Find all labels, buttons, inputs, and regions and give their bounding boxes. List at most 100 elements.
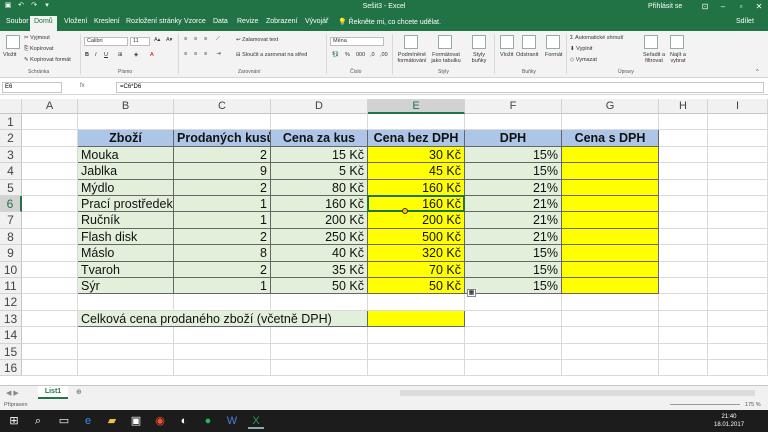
cell[interactable] xyxy=(659,212,708,229)
cell[interactable] xyxy=(271,294,368,311)
cell[interactable] xyxy=(78,343,174,360)
cell[interactable] xyxy=(174,114,271,131)
excel-icon[interactable]: X xyxy=(248,413,264,429)
format-painter-button[interactable]: ✎ Kopírovat formát xyxy=(24,57,71,63)
sheet-nav-icon[interactable]: ◀ ▶ xyxy=(6,389,19,397)
table-cell[interactable]: 160 Kč xyxy=(271,196,368,213)
cell[interactable] xyxy=(465,327,562,344)
table-cell[interactable]: 320 Kč xyxy=(368,245,465,262)
tell-me-box[interactable]: 💡 Řekněte mi, co chcete udělat. xyxy=(338,18,441,26)
row-header-15[interactable]: 15 xyxy=(0,343,22,360)
table-cell[interactable]: Flash disk xyxy=(78,228,174,246)
table-cell[interactable] xyxy=(562,179,659,196)
cell[interactable] xyxy=(22,310,78,328)
table-cell[interactable]: Sýr xyxy=(78,278,174,295)
cell[interactable] xyxy=(708,130,768,147)
row-header-2[interactable]: 2 xyxy=(0,130,22,147)
table-cell[interactable]: 2 xyxy=(174,228,271,246)
cell[interactable] xyxy=(174,294,271,311)
align-left-icon[interactable]: ≡ xyxy=(184,51,187,57)
cell[interactable] xyxy=(22,278,78,295)
cell[interactable] xyxy=(659,294,708,311)
cell[interactable] xyxy=(22,294,78,311)
cell[interactable] xyxy=(174,327,271,344)
cell[interactable] xyxy=(659,114,708,131)
windows-start-icon[interactable]: ⊞ xyxy=(6,413,22,429)
column-header-g[interactable]: G xyxy=(562,99,659,114)
cell[interactable] xyxy=(368,360,465,377)
autosum-button[interactable]: Σ Automatické shrnutí xyxy=(570,35,624,41)
cell[interactable] xyxy=(22,146,78,164)
sheet-tab-list1[interactable]: List1 xyxy=(38,386,68,399)
table-cell[interactable]: 50 Kč xyxy=(271,278,368,295)
cell[interactable] xyxy=(22,130,78,147)
cell[interactable] xyxy=(708,310,768,328)
tab-draw[interactable]: Kreslení xyxy=(94,18,120,25)
paste-button[interactable]: Vložit xyxy=(3,52,16,58)
underline-button[interactable]: U xyxy=(104,52,108,58)
table-cell[interactable]: 15% xyxy=(465,245,562,262)
cell[interactable] xyxy=(78,327,174,344)
table-cell[interactable]: Mýdlo xyxy=(78,179,174,196)
search-icon[interactable]: ⌕ xyxy=(30,413,46,429)
cell[interactable] xyxy=(271,327,368,344)
cell-styles-button[interactable]: Styly buňky xyxy=(468,52,490,64)
cell[interactable] xyxy=(708,245,768,262)
thousands-icon[interactable]: 000 xyxy=(356,52,365,58)
cell[interactable] xyxy=(659,327,708,344)
table-cell[interactable]: 30 Kč xyxy=(368,146,465,164)
font-color-icon[interactable]: A xyxy=(150,52,154,58)
table-cell[interactable]: 200 Kč xyxy=(271,212,368,229)
tab-insert[interactable]: Vložení xyxy=(64,18,87,25)
cell[interactable] xyxy=(22,245,78,262)
table-cell[interactable]: 5 Kč xyxy=(271,163,368,180)
cell[interactable] xyxy=(174,343,271,360)
table-cell[interactable]: 15% xyxy=(465,278,562,295)
table-cell[interactable] xyxy=(562,212,659,229)
merge-center-button[interactable]: ⊟ Sloučit a zarovnat na střed xyxy=(236,52,307,58)
cell[interactable] xyxy=(562,310,659,328)
table-cell[interactable]: 21% xyxy=(465,212,562,229)
tab-review[interactable]: Revize xyxy=(237,18,258,25)
find-select-button[interactable]: Najít a vybrat xyxy=(666,52,690,64)
cell[interactable] xyxy=(465,294,562,311)
table-header-cell[interactable]: Cena s DPH xyxy=(562,130,659,147)
cell[interactable] xyxy=(368,114,465,131)
cell[interactable] xyxy=(659,245,708,262)
cell[interactable] xyxy=(562,360,659,377)
fill-color-icon[interactable]: ◈ xyxy=(134,52,138,58)
format-as-table-icon[interactable] xyxy=(438,35,452,49)
tab-file[interactable]: Soubor xyxy=(6,18,29,25)
cell[interactable] xyxy=(22,114,78,131)
table-cell[interactable]: 15% xyxy=(465,146,562,164)
cell[interactable] xyxy=(659,310,708,328)
format-cells-button[interactable]: Formát xyxy=(545,52,562,58)
word-icon[interactable]: W xyxy=(224,413,240,429)
table-cell[interactable]: 1 xyxy=(174,212,271,229)
cell[interactable] xyxy=(368,343,465,360)
select-all-corner[interactable] xyxy=(0,99,22,114)
cell[interactable] xyxy=(465,343,562,360)
find-select-icon[interactable] xyxy=(670,35,684,49)
cell[interactable] xyxy=(708,196,768,213)
tab-home[interactable]: Domů xyxy=(30,16,57,31)
align-bottom-icon[interactable]: ≡ xyxy=(204,36,207,42)
table-cell[interactable]: 15% xyxy=(465,261,562,278)
copy-button[interactable]: ⎘ Kopírovat xyxy=(24,46,53,53)
table-cell[interactable] xyxy=(562,278,659,295)
font-size-down-icon[interactable]: A▾ xyxy=(166,37,172,43)
formula-input[interactable]: =C6*D6 xyxy=(116,82,764,93)
spotify-icon[interactable]: ● xyxy=(200,413,216,429)
zoom-level[interactable]: 175 % xyxy=(745,402,761,408)
font-size-up-icon[interactable]: A▴ xyxy=(154,37,160,43)
font-name-combo[interactable]: Calibri xyxy=(84,37,128,46)
table-cell[interactable]: 21% xyxy=(465,196,562,213)
cell[interactable] xyxy=(659,360,708,377)
total-value-cell[interactable] xyxy=(368,310,465,328)
fill-button[interactable]: ⬇ Vyplnit xyxy=(570,46,592,52)
cell[interactable] xyxy=(562,114,659,131)
cell[interactable] xyxy=(708,261,768,278)
cell[interactable] xyxy=(659,163,708,180)
tab-view[interactable]: Zobrazení xyxy=(266,18,298,25)
cell[interactable] xyxy=(78,114,174,131)
